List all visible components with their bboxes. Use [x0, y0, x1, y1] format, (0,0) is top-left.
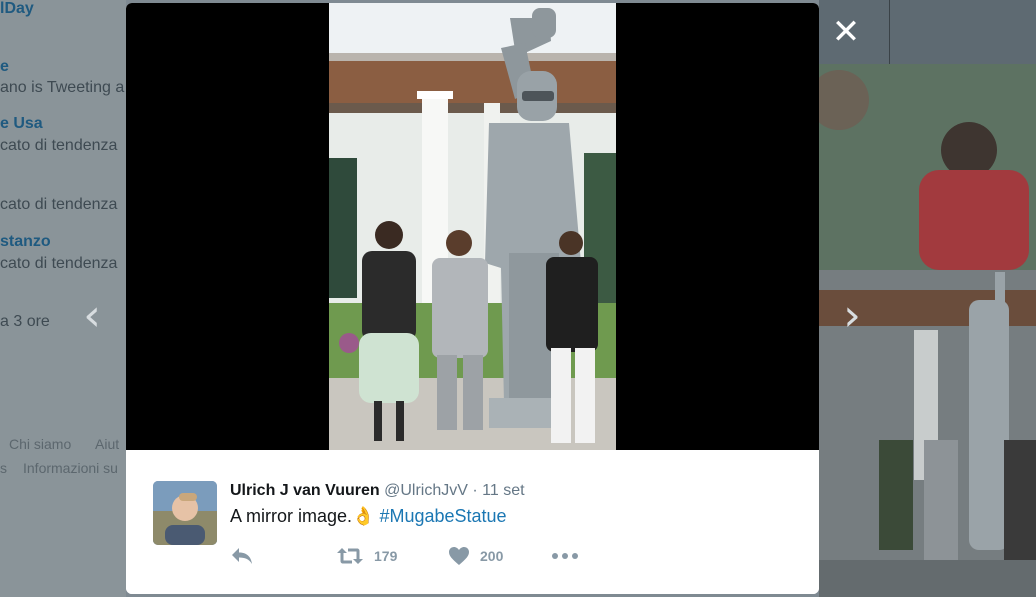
- tweet-body: A mirror image.: [230, 506, 353, 526]
- trend-title: lDay: [0, 0, 34, 17]
- tweet-date[interactable]: 11 set: [482, 482, 524, 499]
- trend-title: e: [0, 58, 9, 75]
- like-button[interactable]: 200: [448, 544, 503, 568]
- avatar[interactable]: [153, 481, 217, 545]
- media-viewer-modal: Ulrich J van Vuuren @UlrichJvV · 11 set …: [126, 3, 819, 594]
- media-area: [126, 3, 819, 450]
- trend-subtitle: cato di tendenza: [0, 255, 118, 272]
- footer-link-help: Aiut: [95, 436, 120, 452]
- next-media-arrow[interactable]: ›: [837, 294, 867, 338]
- retweet-button[interactable]: 179: [336, 544, 397, 568]
- reply-icon: [232, 548, 252, 564]
- trend-subtitle: a 3 ore: [0, 313, 50, 330]
- tweet-text: A mirror image.👌 #MugabeStatue: [230, 506, 507, 527]
- previous-media-arrow[interactable]: ‹: [77, 294, 107, 338]
- tweet-actions: 179 200: [230, 544, 630, 568]
- more-icon: [552, 553, 578, 559]
- author-handle[interactable]: @UlrichJvV: [384, 482, 468, 499]
- retweet-icon: [337, 548, 363, 564]
- trend-subtitle: cato di tendenza: [0, 196, 118, 213]
- tweet-photo[interactable]: [329, 3, 616, 450]
- avatar-photo: [153, 481, 217, 545]
- trend-title: stanzo: [0, 233, 51, 250]
- background-trends-column: lDay e ano is Tweeting a e Usa cato di t…: [0, 0, 126, 597]
- trend-subtitle: ano is Tweeting a: [0, 79, 125, 96]
- heart-icon: [449, 547, 469, 565]
- author-name[interactable]: Ulrich J van Vuuren: [230, 482, 380, 499]
- trend-subtitle: cato di tendenza: [0, 137, 118, 154]
- meta-separator: ·: [472, 482, 478, 499]
- more-button[interactable]: [551, 544, 579, 568]
- retweet-count: 179: [374, 548, 398, 564]
- trend-title: e Usa: [0, 115, 43, 132]
- footer-link-info: Informazioni su: [23, 460, 118, 476]
- hashtag-link[interactable]: #MugabeStatue: [379, 506, 506, 526]
- footer-link-about: Chi siamo: [9, 436, 72, 452]
- statue-photo-illustration: [329, 3, 616, 450]
- ok-hand-emoji: 👌: [352, 506, 375, 526]
- tweet-details: Ulrich J van Vuuren @UlrichJvV · 11 set …: [126, 450, 819, 594]
- like-count: 200: [480, 548, 504, 564]
- close-icon[interactable]: ✕: [828, 14, 864, 50]
- tweet-header: Ulrich J van Vuuren @UlrichJvV · 11 set: [230, 482, 525, 500]
- reply-button[interactable]: [230, 544, 254, 568]
- footer-link-fragment: s: [0, 460, 7, 476]
